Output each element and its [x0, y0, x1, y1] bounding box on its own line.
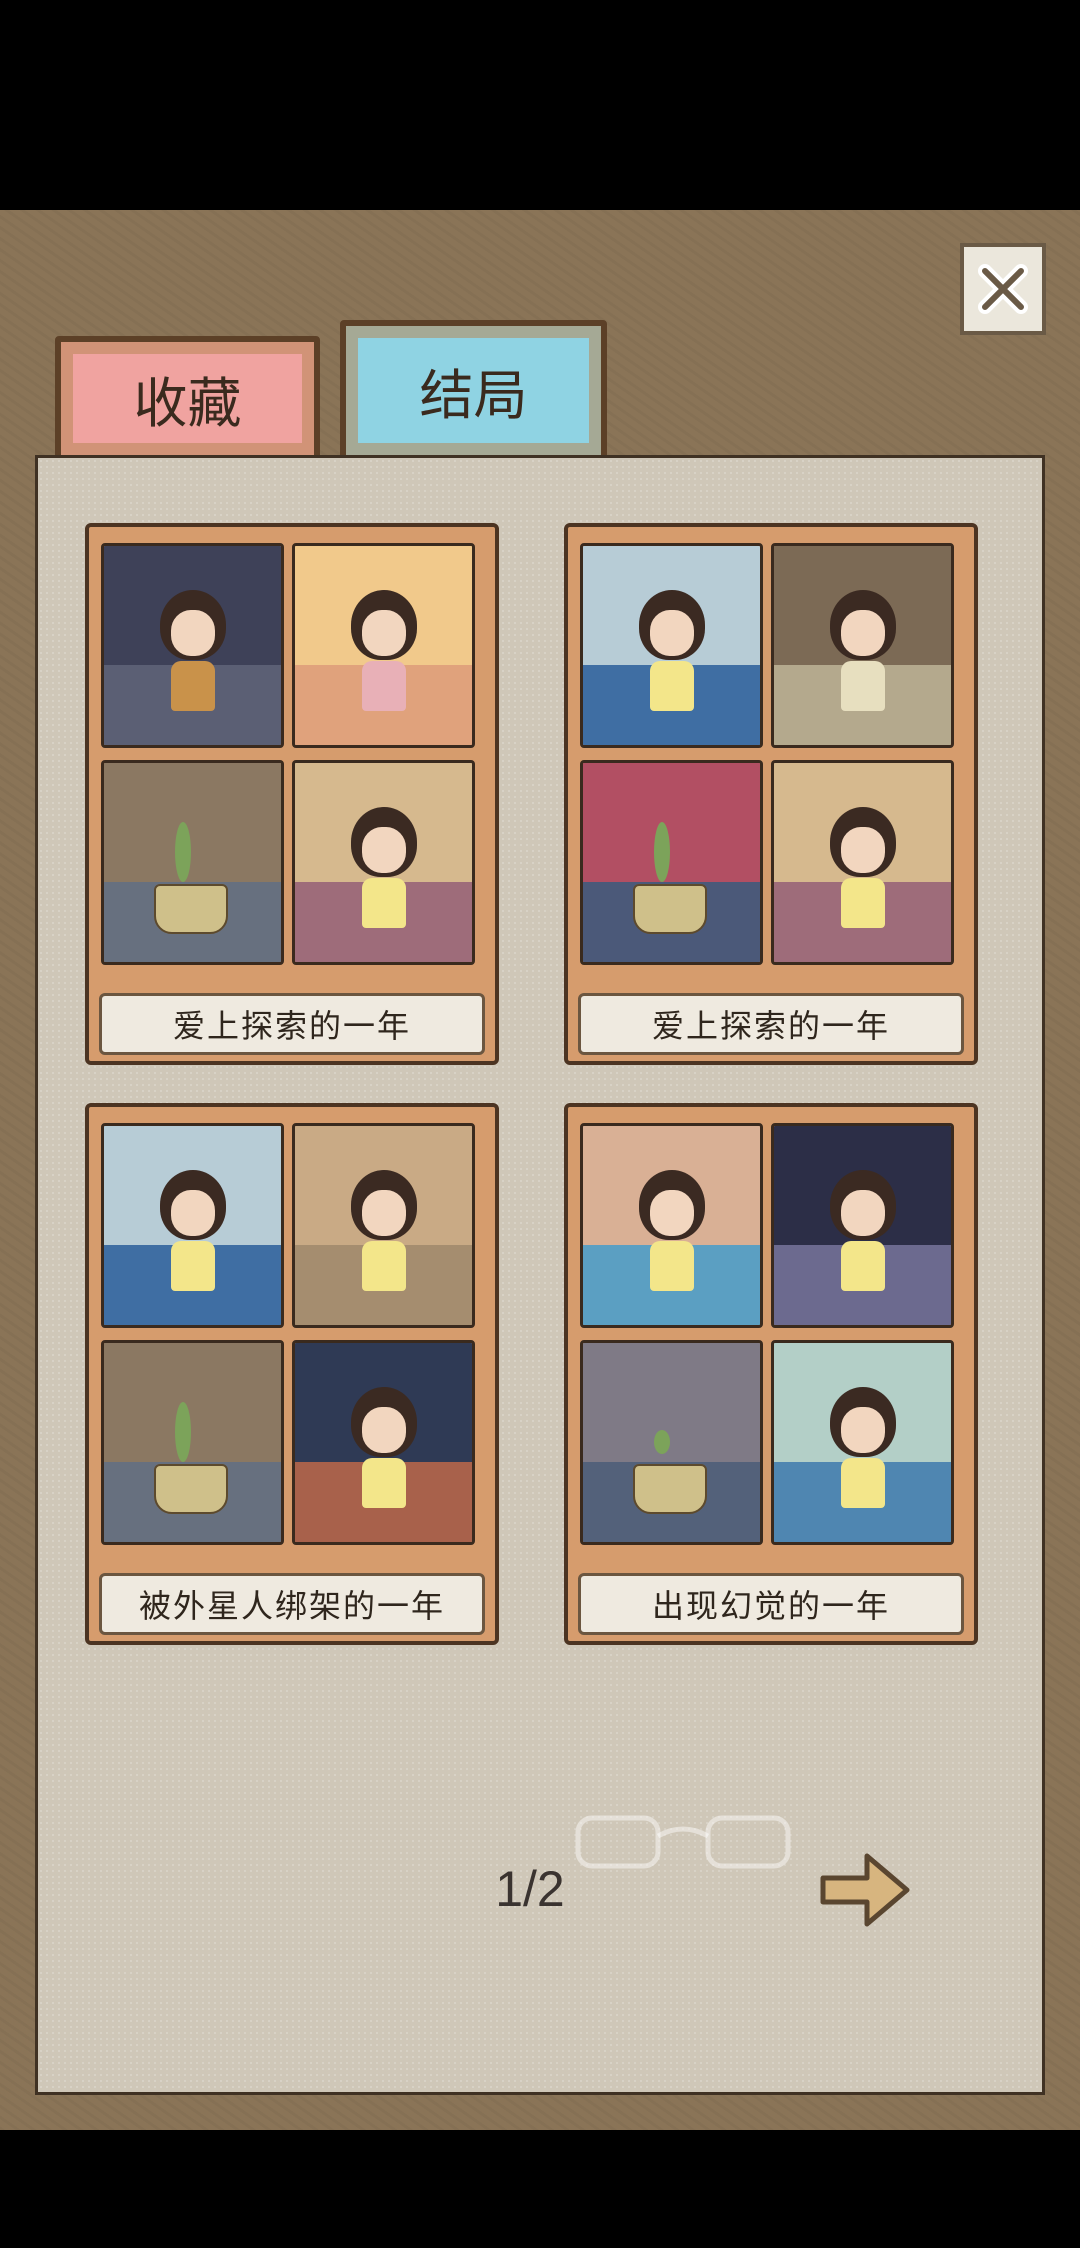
next-page-button[interactable]	[815, 1838, 915, 1938]
close-icon	[978, 264, 1028, 314]
ending-card[interactable]: 被外星人绑架的一年	[85, 1103, 499, 1645]
ending-illustration	[292, 760, 475, 965]
ending-illustration	[771, 1340, 954, 1545]
ending-illustration	[292, 1340, 475, 1545]
ending-card[interactable]: 爱上探索的一年	[85, 523, 499, 1065]
ending-title: 被外星人绑架的一年	[99, 1573, 485, 1635]
glasses-doodle	[575, 1815, 791, 1869]
ending-title: 爱上探索的一年	[99, 993, 485, 1055]
ending-illustration	[580, 1123, 763, 1328]
arrow-right-icon	[820, 1853, 910, 1927]
ending-illustration	[292, 543, 475, 748]
ending-title: 爱上探索的一年	[578, 993, 964, 1055]
ending-illustration	[101, 543, 284, 748]
ending-illustration	[771, 543, 954, 748]
page-indicator: 1/2	[495, 1861, 565, 1917]
ending-illustration	[771, 760, 954, 965]
ending-illustration	[292, 1123, 475, 1328]
ending-illustration	[101, 760, 284, 965]
ending-illustration	[101, 1340, 284, 1545]
close-button[interactable]	[960, 243, 1046, 335]
ending-card[interactable]: 爱上探索的一年	[564, 523, 978, 1065]
tab-collection[interactable]: 收藏	[55, 336, 320, 461]
tab-ending[interactable]: 结局	[340, 320, 607, 461]
tab-ending-label: 结局	[419, 364, 528, 427]
ending-illustration	[580, 543, 763, 748]
tab-collection-label: 收藏	[133, 372, 242, 435]
ending-card[interactable]: 出现幻觉的一年	[564, 1103, 978, 1645]
ending-illustration	[101, 1123, 284, 1328]
ending-illustration	[771, 1123, 954, 1328]
ending-title: 出现幻觉的一年	[578, 1573, 964, 1635]
ending-illustration	[580, 760, 763, 965]
ending-illustration	[580, 1340, 763, 1545]
